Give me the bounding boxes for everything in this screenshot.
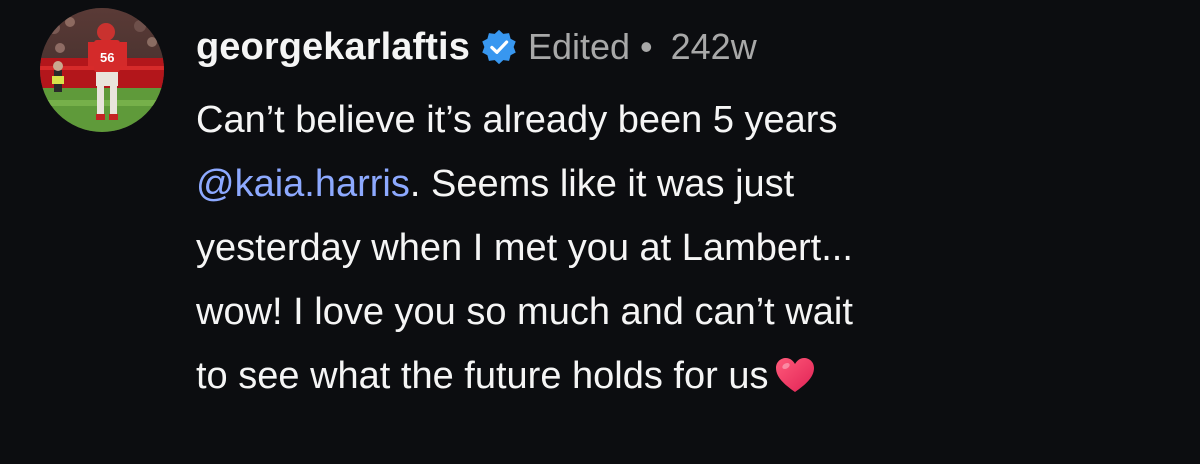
comment-post: 56 georgekarlaftis Edited • 242w Can’t b…	[0, 0, 1200, 464]
caption-line-3: yesterday when I met you at Lambert...	[196, 227, 853, 269]
timestamp[interactable]: 242w	[671, 26, 757, 68]
caption-line-5: to see what the future holds for us	[196, 344, 1186, 408]
heart-icon	[774, 350, 816, 392]
mention-link[interactable]: @kaia.harris	[196, 163, 410, 205]
profile-avatar[interactable]: 56	[40, 8, 164, 132]
edited-label: Edited	[527, 26, 631, 67]
avatar-photo: 56	[40, 8, 164, 132]
caption-line-5-text: to see what the future holds for us	[196, 355, 769, 397]
separator-dot: •	[640, 26, 653, 67]
svg-text:56: 56	[100, 50, 114, 65]
caption-line-4: wow! I love you so much and can’t wait	[196, 291, 853, 333]
comment-header: georgekarlaftis Edited • 242w	[196, 22, 757, 72]
caption-line-1: Can’t believe it’s already been 5 years	[196, 99, 838, 141]
caption-line-2: @kaia.harris. Seems like it was just	[196, 152, 1186, 216]
caption-line-2-text: . Seems like it was just	[409, 163, 795, 205]
username-link[interactable]: georgekarlaftis	[196, 26, 470, 69]
comment-caption: Can’t believe it’s already been 5 years …	[196, 88, 1186, 408]
verified-badge-icon	[480, 28, 518, 66]
